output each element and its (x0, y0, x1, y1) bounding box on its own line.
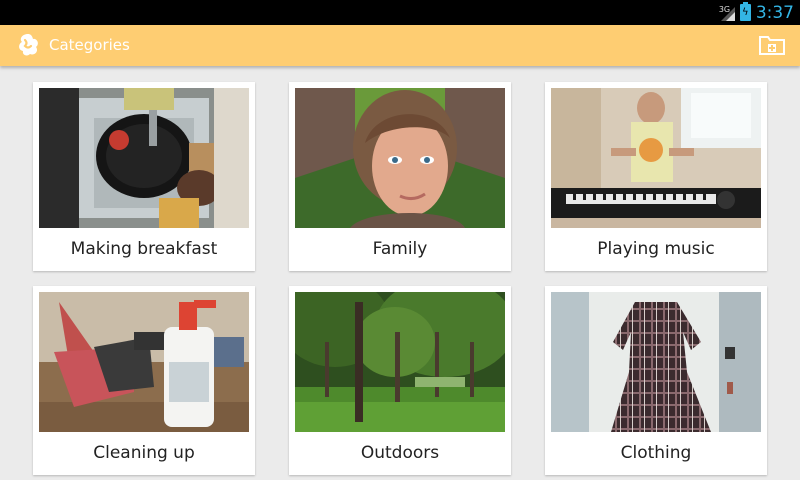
category-card-making-breakfast[interactable]: Making breakfast (33, 82, 255, 271)
category-label: Outdoors (360, 443, 440, 463)
category-label: Cleaning up (93, 443, 195, 463)
clock: 3:37 (755, 2, 794, 23)
category-grid: Making breakfast Family Playing music Cl… (0, 66, 800, 480)
app-logo-icon[interactable] (14, 31, 42, 59)
category-label: Family (372, 239, 428, 259)
category-card-outdoors[interactable]: Outdoors (289, 286, 511, 475)
status-icons: 3G ϟ 3:37 (719, 0, 794, 25)
battery-icon: ϟ (739, 2, 751, 21)
category-card-family[interactable]: Family (289, 82, 511, 271)
category-image (551, 292, 761, 432)
category-card-playing-music[interactable]: Playing music (545, 82, 767, 271)
action-bar: Categories (0, 25, 800, 66)
status-bar: 3G ϟ 3:37 (0, 0, 800, 25)
add-folder-icon (759, 36, 785, 55)
signal-icon: 3G (719, 3, 735, 23)
page-title: Categories (49, 36, 130, 54)
category-label: Playing music (597, 239, 715, 259)
category-label: Clothing (620, 443, 692, 463)
category-card-clothing[interactable]: Clothing (545, 286, 767, 475)
category-image (295, 88, 505, 228)
add-folder-button[interactable] (758, 33, 786, 57)
category-image (295, 292, 505, 432)
category-image (551, 88, 761, 228)
category-image (39, 292, 249, 432)
category-image (39, 88, 249, 228)
category-label: Making breakfast (70, 239, 218, 259)
category-card-cleaning-up[interactable]: Cleaning up (33, 286, 255, 475)
